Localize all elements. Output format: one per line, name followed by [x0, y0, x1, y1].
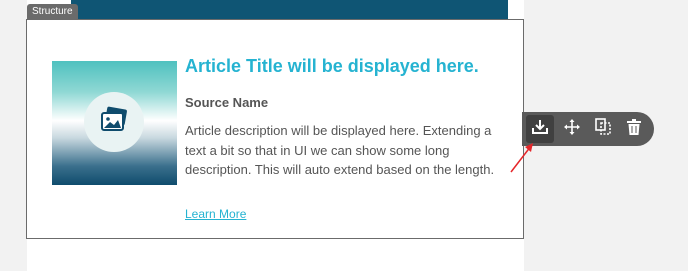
learn-more-link[interactable]: Learn More — [185, 207, 246, 221]
article-source: Source Name — [185, 95, 269, 110]
structure-tag[interactable]: Structure — [27, 4, 78, 19]
move-arrows-icon — [564, 118, 580, 140]
article-description: Article description will be displayed he… — [185, 123, 495, 177]
annotation-arrow — [510, 143, 533, 173]
delete-button[interactable] — [620, 115, 648, 143]
copy-icon — [595, 118, 611, 140]
duplicate-button[interactable] — [589, 115, 617, 143]
block-toolbar — [522, 112, 654, 146]
move-button[interactable] — [558, 115, 586, 143]
thumbnail-badge — [84, 92, 144, 152]
header-band — [71, 0, 508, 19]
image-stack-icon — [99, 106, 129, 139]
article-thumbnail — [52, 61, 177, 185]
article-title: Article Title will be displayed here. — [185, 56, 479, 76]
article-structure[interactable]: Article Title will be displayed here. So… — [26, 19, 524, 239]
download-tray-icon — [531, 119, 549, 140]
trash-icon — [627, 118, 641, 140]
save-block-button[interactable] — [526, 115, 554, 143]
